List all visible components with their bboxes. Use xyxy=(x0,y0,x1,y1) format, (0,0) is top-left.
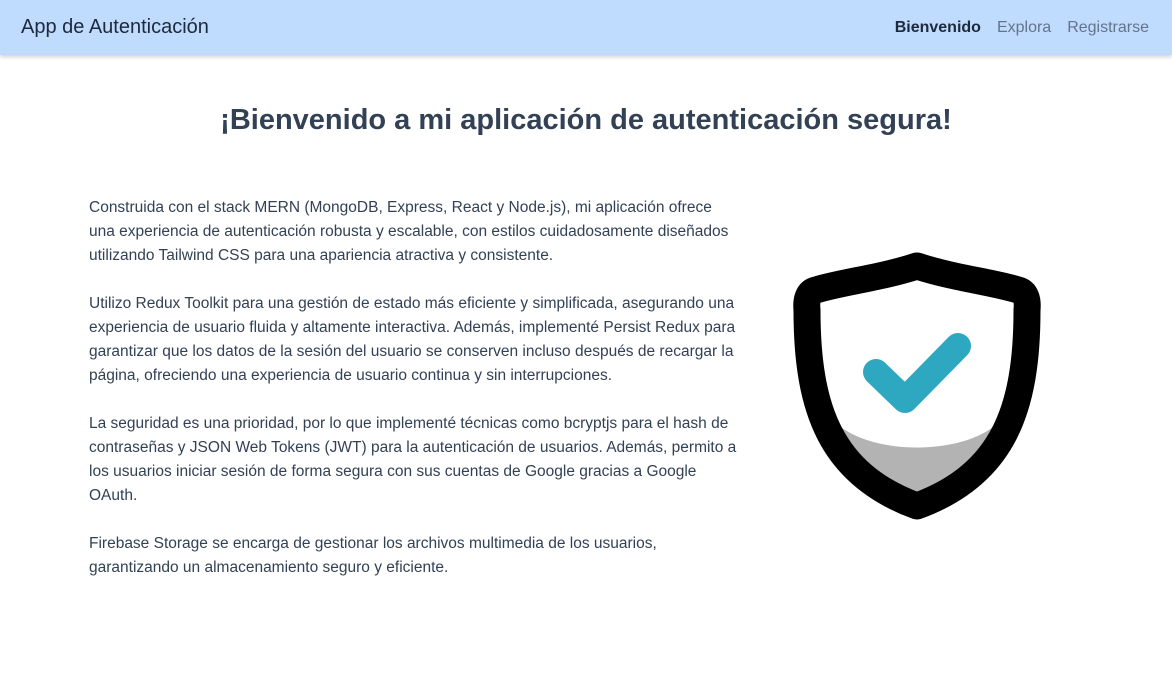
nav-link-registrarse[interactable]: Registrarse xyxy=(1067,19,1149,37)
page-title: ¡Bienvenido a mi aplicación de autentica… xyxy=(220,104,952,136)
brand-logo-link[interactable]: App de Autenticación xyxy=(21,0,209,55)
shield-check-icon xyxy=(790,248,1044,528)
description-section: Construida con el stack MERN (MongoDB, E… xyxy=(89,196,739,604)
navbar: App de Autenticación Bienvenido Explora … xyxy=(0,0,1172,55)
nav-link-bienvenido[interactable]: Bienvenido xyxy=(895,19,981,37)
paragraph-mern: Construida con el stack MERN (MongoDB, E… xyxy=(89,199,729,264)
paragraph-security: La seguridad es una prioridad, por lo qu… xyxy=(89,415,737,504)
paragraph-firebase: Firebase Storage se encarga de gestionar… xyxy=(89,535,657,576)
paragraph-redux: Utilizo Redux Toolkit para una gestión d… xyxy=(89,295,736,384)
nav-link-explora[interactable]: Explora xyxy=(997,19,1051,37)
nav-links: Bienvenido Explora Registrarse xyxy=(895,0,1149,55)
